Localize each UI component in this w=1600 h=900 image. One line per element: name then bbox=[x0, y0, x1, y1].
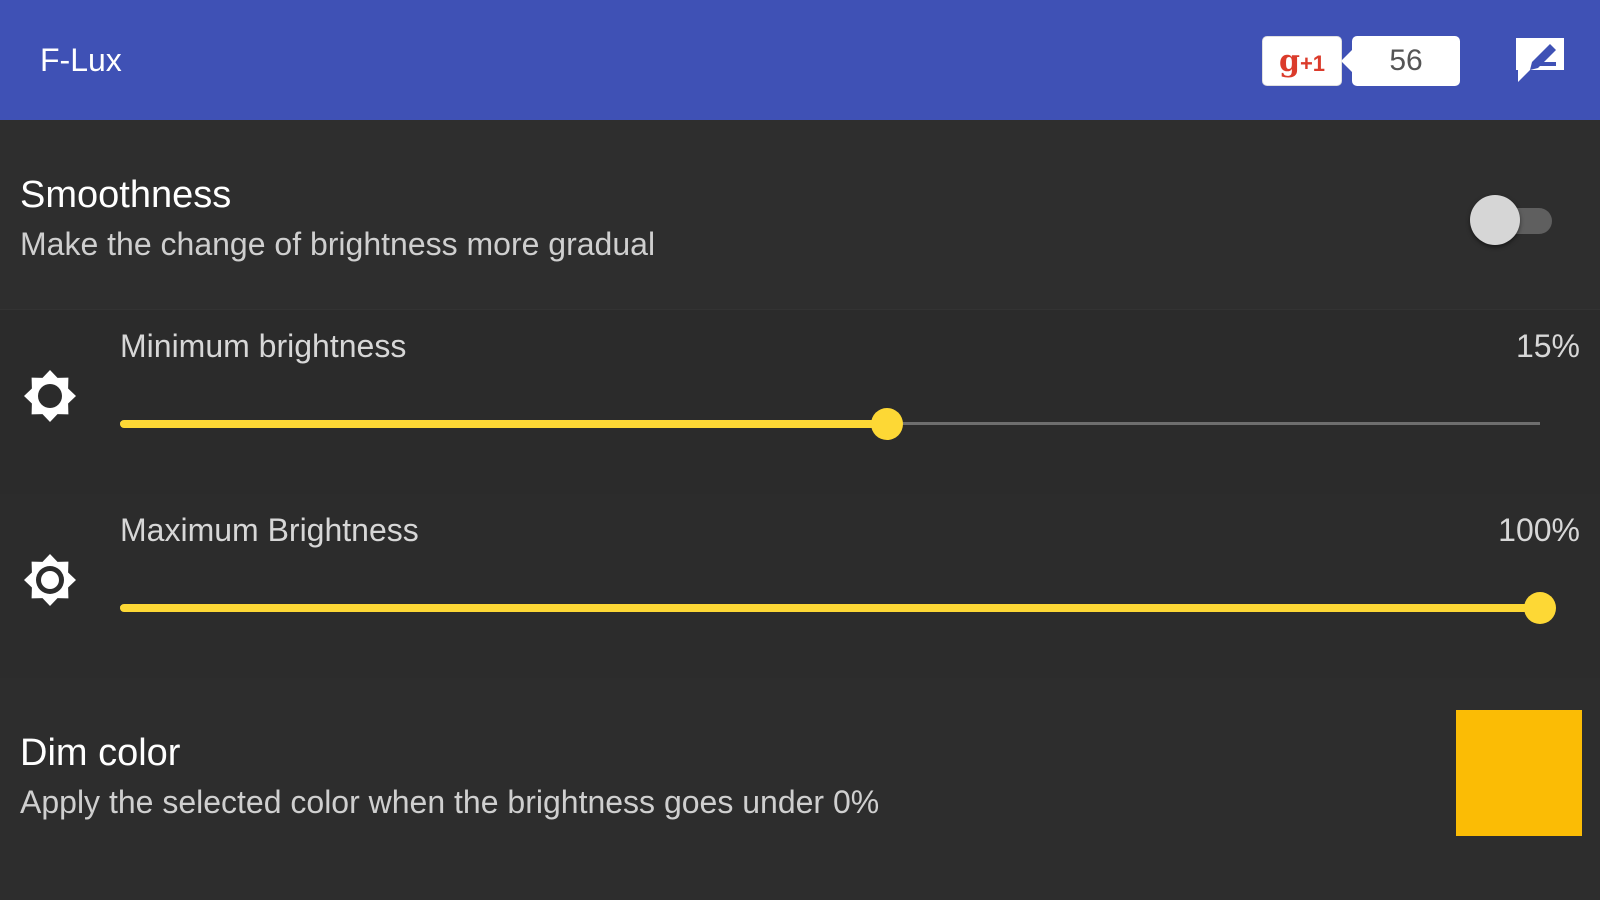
dim-color-preference[interactable]: Dim color Apply the selected color when … bbox=[0, 678, 1600, 900]
gplus-g: g bbox=[1278, 43, 1300, 79]
slider-thumb[interactable] bbox=[871, 408, 903, 440]
smoothness-toggle[interactable] bbox=[1470, 194, 1556, 246]
minimum-brightness-slider[interactable] bbox=[120, 404, 1540, 444]
smoothness-title: Smoothness bbox=[20, 174, 232, 216]
maximum-brightness-value: 100% bbox=[1498, 512, 1580, 548]
edit-note-icon[interactable] bbox=[1512, 34, 1568, 86]
brightness-low-icon bbox=[24, 370, 76, 422]
google-plus-icon: g+1 bbox=[1279, 44, 1325, 79]
minimum-brightness-preference: Minimum brightness 15% bbox=[0, 310, 1600, 494]
slider-thumb[interactable] bbox=[1524, 592, 1556, 624]
minimum-brightness-title: Minimum brightness bbox=[120, 328, 407, 364]
minimum-brightness-value: 15% bbox=[1515, 328, 1580, 364]
plus-one-count: 56 bbox=[1341, 36, 1460, 86]
dim-color-summary: Apply the selected color when the bright… bbox=[20, 784, 880, 820]
slider-fill bbox=[120, 604, 1540, 612]
maximum-brightness-title: Maximum Brightness bbox=[120, 512, 419, 548]
toggle-thumb bbox=[1470, 195, 1520, 245]
dim-color-title: Dim color bbox=[20, 732, 181, 774]
maximum-brightness-preference: Maximum Brightness 100% bbox=[0, 494, 1600, 678]
google-plus-one-button[interactable]: g+1 bbox=[1262, 36, 1342, 86]
app-title: F-Lux bbox=[40, 42, 122, 78]
smoothness-summary: Make the change of brightness more gradu… bbox=[20, 226, 656, 262]
slider-fill bbox=[120, 420, 887, 428]
maximum-brightness-slider[interactable] bbox=[120, 588, 1556, 628]
app-bar: F-Lux g+1 56 bbox=[0, 0, 1600, 120]
dim-color-swatch[interactable] bbox=[1456, 710, 1582, 836]
gplus-plus-one: +1 bbox=[1299, 50, 1326, 76]
brightness-high-icon bbox=[24, 554, 76, 606]
smoothness-preference[interactable]: Smoothness Make the change of brightness… bbox=[0, 120, 1600, 310]
